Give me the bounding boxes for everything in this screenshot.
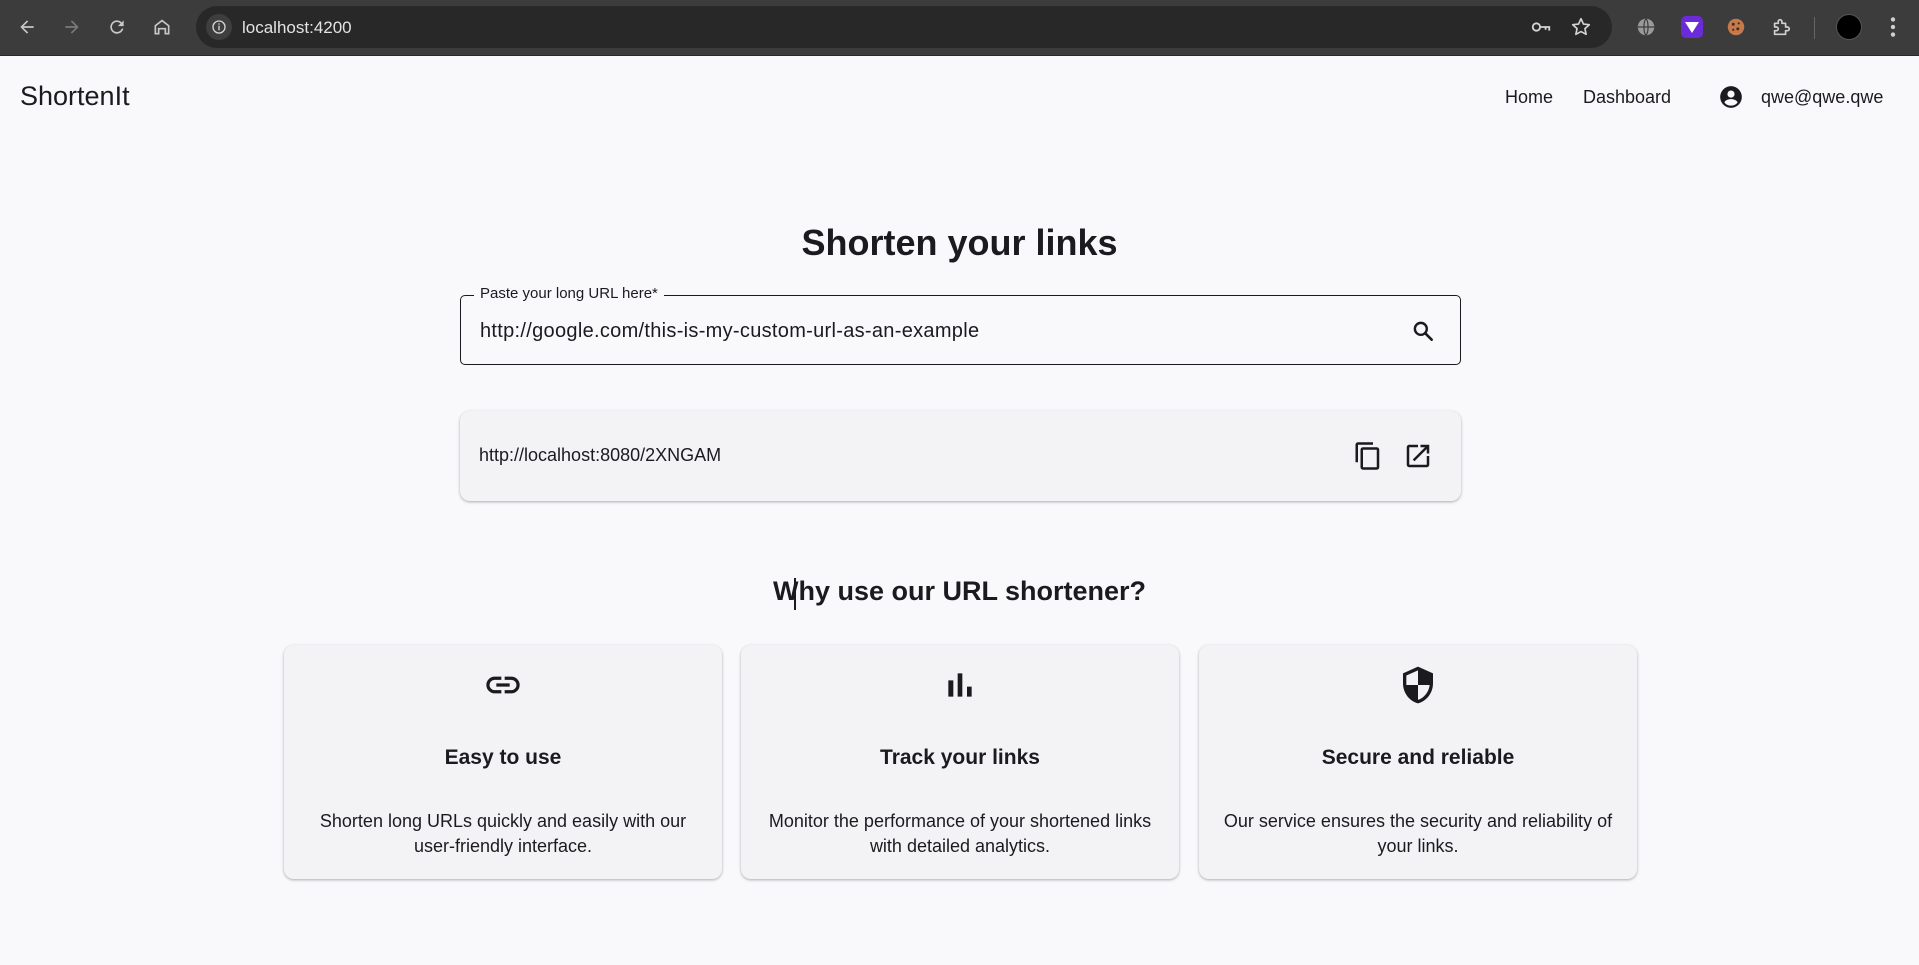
account-email[interactable]: qwe@qwe.qwe bbox=[1761, 87, 1883, 108]
long-url-label: Paste your long URL here* bbox=[474, 285, 664, 302]
nav-dashboard-link[interactable]: Dashboard bbox=[1583, 87, 1671, 108]
why-section-title: Why use our URL shortener? bbox=[772, 576, 1147, 606]
nav-home-link[interactable]: Home bbox=[1505, 87, 1553, 108]
short-url-result-card: http://localhost:8080/2XNGAM bbox=[460, 411, 1461, 501]
profile-avatar[interactable] bbox=[1836, 14, 1862, 40]
feature-card-easy: Easy to use Shorten long URLs quickly an… bbox=[284, 645, 722, 879]
long-url-input[interactable]: http://google.com/this-is-my-custom-url-… bbox=[480, 320, 979, 343]
browser-toolbar: localhost:4200 bbox=[0, 0, 1919, 56]
bar-chart-icon bbox=[741, 665, 1179, 705]
bookmark-star-icon[interactable] bbox=[1570, 16, 1592, 38]
extensions-puzzle-icon[interactable] bbox=[1768, 14, 1794, 40]
link-icon bbox=[284, 665, 722, 705]
reload-icon bbox=[110, 20, 124, 34]
open-in-new-icon[interactable] bbox=[1401, 439, 1435, 473]
short-url-text[interactable]: http://localhost:8080/2XNGAM bbox=[479, 445, 721, 466]
address-bar[interactable]: localhost:4200 bbox=[196, 6, 1612, 48]
reload-button[interactable] bbox=[100, 10, 134, 44]
home-icon bbox=[154, 19, 170, 35]
page-title: Shorten your links bbox=[801, 222, 1118, 263]
back-button[interactable] bbox=[10, 10, 44, 44]
cookie-extension-icon[interactable] bbox=[1723, 14, 1749, 40]
translate-extension-icon[interactable] bbox=[1633, 14, 1659, 40]
toolbar-divider bbox=[1814, 17, 1815, 39]
search-icon[interactable] bbox=[1410, 318, 1436, 344]
shield-extension-icon[interactable] bbox=[1679, 14, 1705, 40]
key-icon[interactable] bbox=[1530, 16, 1552, 38]
feature-title: Secure and reliable bbox=[1321, 746, 1515, 769]
feature-title: Easy to use bbox=[444, 746, 562, 769]
feature-description: Our service ensures the security and rel… bbox=[1223, 811, 1613, 856]
arrow-right-icon bbox=[65, 20, 79, 34]
arrow-left-icon bbox=[20, 20, 34, 34]
text-caret bbox=[794, 578, 796, 610]
long-url-field[interactable]: Paste your long URL here* http://google.… bbox=[460, 285, 1461, 365]
feature-title: Track your links bbox=[880, 746, 1040, 769]
copy-icon[interactable] bbox=[1351, 439, 1385, 473]
shield-icon bbox=[1199, 665, 1637, 705]
site-info-icon[interactable] bbox=[206, 14, 232, 40]
forward-button[interactable] bbox=[55, 10, 89, 44]
feature-description: Shorten long URLs quickly and easily wit… bbox=[319, 811, 687, 856]
more-menu-icon[interactable] bbox=[1880, 14, 1906, 40]
feature-card-track: Track your links Monitor the performance… bbox=[741, 645, 1179, 879]
brand-logo[interactable]: ShortenIt bbox=[20, 81, 130, 112]
account-circle-icon[interactable] bbox=[1718, 84, 1744, 110]
app-header: ShortenIt Home Dashboard qwe@qwe.qwe bbox=[0, 57, 1919, 139]
address-text[interactable]: localhost:4200 bbox=[242, 18, 352, 38]
feature-card-secure: Secure and reliable Our service ensures … bbox=[1199, 645, 1637, 879]
home-button[interactable] bbox=[145, 10, 179, 44]
feature-description: Monitor the performance of your shortene… bbox=[768, 811, 1152, 856]
